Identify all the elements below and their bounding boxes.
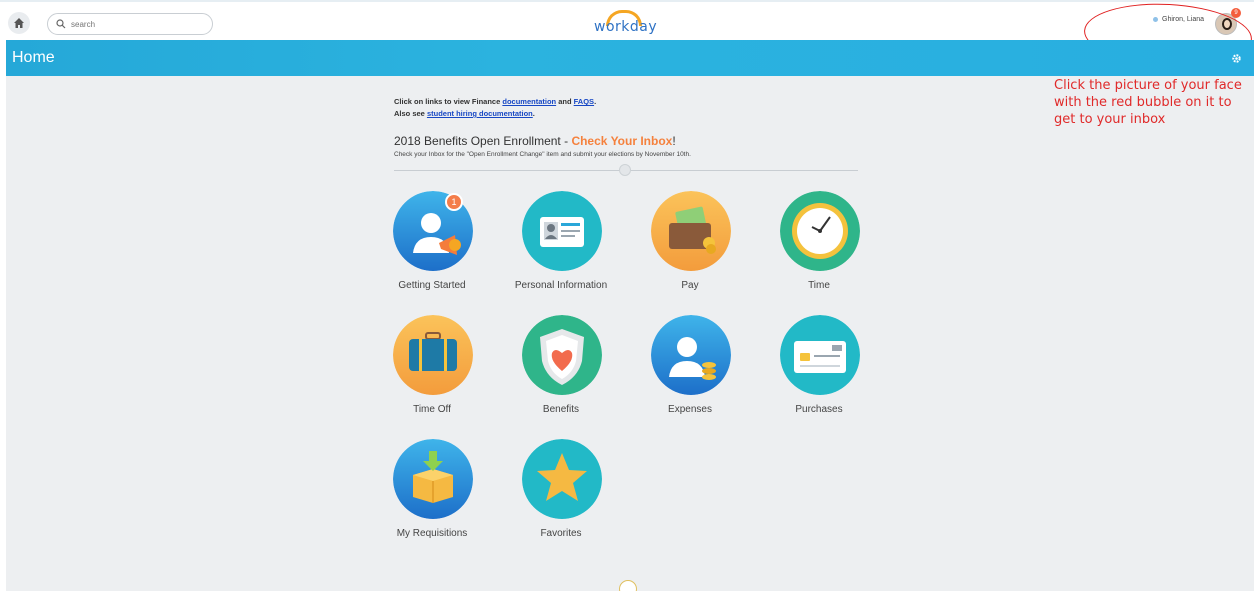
gear-icon[interactable] xyxy=(1231,53,1242,64)
tile-getting-started[interactable]: 1 Getting Started xyxy=(377,191,487,311)
intro-and: and xyxy=(556,97,574,106)
tile-label: Favorites xyxy=(540,528,582,539)
wallet-icon xyxy=(651,191,731,271)
annotation-text: Click the picture of your face with the … xyxy=(1054,78,1242,127)
intro-line1-prefix: Click on links to view Finance xyxy=(394,97,503,106)
shield-heart-icon xyxy=(522,315,602,395)
student-hiring-link[interactable]: student hiring documentation xyxy=(427,109,533,118)
search-icon xyxy=(56,19,66,29)
search-box[interactable] xyxy=(47,13,213,35)
tile-label: Time Off xyxy=(413,404,451,415)
box-icon xyxy=(393,439,473,519)
tile-favorites[interactable]: Favorites xyxy=(506,439,616,559)
scroll-chevron-icon[interactable] xyxy=(619,580,637,591)
enrollment-title-prefix: 2018 Benefits Open Enrollment - xyxy=(394,134,572,148)
intro-line1-suffix: . xyxy=(594,97,597,106)
page-title: Home xyxy=(12,49,55,66)
top-bar: workday Ghiron, Liana 9 xyxy=(0,0,1254,40)
enrollment-title: 2018 Benefits Open Enrollment - Check Yo… xyxy=(394,134,676,148)
tile-label: Getting Started xyxy=(398,280,466,291)
getting-started-badge: 1 xyxy=(445,193,463,211)
enrollment-subtitle: Check your Inbox for the "Open Enrollmen… xyxy=(394,151,691,158)
star-icon xyxy=(522,439,602,519)
page-header: Home xyxy=(6,40,1254,76)
home-button[interactable] xyxy=(8,12,30,34)
tile-label: Purchases xyxy=(795,404,843,415)
documentation-link[interactable]: documentation xyxy=(502,97,556,106)
enrollment-highlight: Check Your Inbox xyxy=(571,134,673,148)
tile-label: Time xyxy=(808,280,830,291)
intro-line2-suffix: . xyxy=(532,109,535,118)
tile-time[interactable]: Time xyxy=(764,191,874,311)
logo-text: workday xyxy=(594,19,658,35)
inbox-badge[interactable]: 9 xyxy=(1231,8,1241,18)
id-card-icon xyxy=(522,191,602,271)
tile-time-off[interactable]: Time Off xyxy=(377,315,487,435)
tile-label: Pay xyxy=(681,280,699,291)
tile-pay[interactable]: Pay xyxy=(635,191,745,311)
tile-label: Benefits xyxy=(542,404,580,415)
collapse-chevron-icon[interactable] xyxy=(619,164,631,176)
workday-logo[interactable]: workday xyxy=(594,10,660,38)
tile-label: My Requisitions xyxy=(396,528,468,539)
intro-text: Click on links to view Finance documenta… xyxy=(394,96,596,120)
expenses-icon xyxy=(651,315,731,395)
home-icon xyxy=(14,18,24,28)
tile-expenses[interactable]: Expenses xyxy=(635,315,745,435)
tile-purchases[interactable]: Purchases xyxy=(764,315,874,435)
clock-icon xyxy=(780,191,860,271)
credit-card-icon xyxy=(780,315,860,395)
search-input[interactable] xyxy=(71,19,201,29)
tile-label: Expenses xyxy=(668,404,712,415)
tile-personal-information[interactable]: Personal Information xyxy=(506,191,616,311)
tile-label: Personal Information xyxy=(514,280,608,291)
tile-my-requisitions[interactable]: My Requisitions xyxy=(377,439,487,559)
enrollment-title-suffix: ! xyxy=(672,134,676,148)
tile-benefits[interactable]: Benefits xyxy=(506,315,616,435)
faqs-link[interactable]: FAQS xyxy=(574,97,594,106)
intro-line2-prefix: Also see xyxy=(394,109,427,118)
suitcase-icon xyxy=(393,315,473,395)
